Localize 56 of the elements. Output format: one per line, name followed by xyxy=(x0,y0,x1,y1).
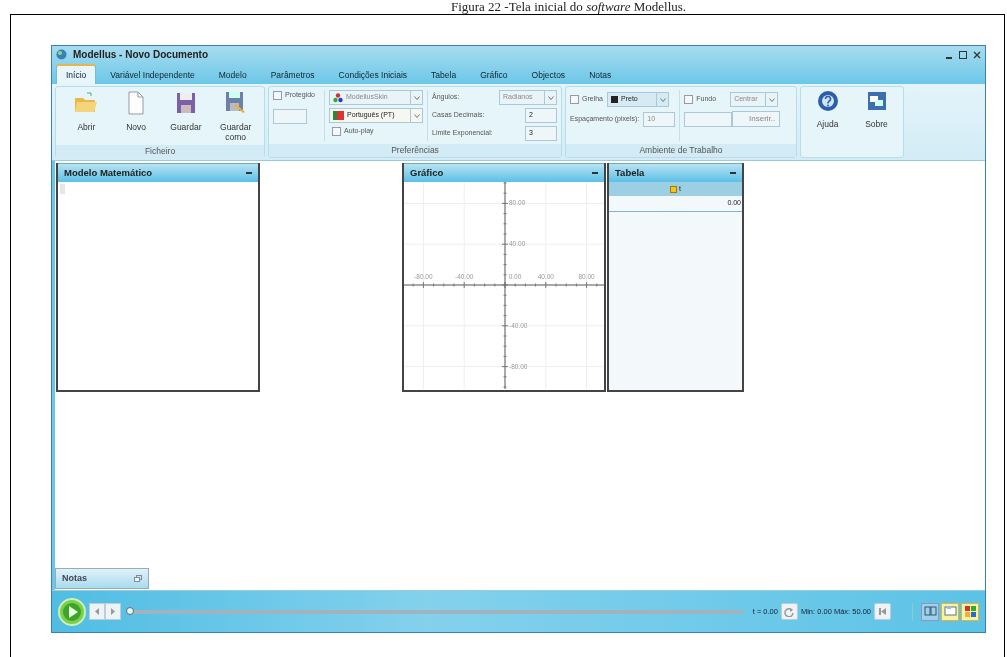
editor-marker xyxy=(60,184,65,194)
folder-icon xyxy=(73,90,100,115)
variable-icon xyxy=(670,185,677,193)
panel-title: Tabela xyxy=(615,165,645,180)
group-label: Ambiente de Trabalho xyxy=(566,144,796,157)
view-button[interactable] xyxy=(961,602,979,621)
ribbon-tab[interactable]: Gráfico xyxy=(470,65,518,84)
restore-icon[interactable] xyxy=(134,575,142,582)
caret-icon xyxy=(413,113,420,118)
ribbon-tab[interactable]: Início xyxy=(56,64,97,84)
maximize-icon[interactable] xyxy=(959,50,967,59)
layout-icon xyxy=(963,605,977,618)
refresh-icon xyxy=(784,606,795,617)
ribbon-tab[interactable]: Condições Iniciais xyxy=(328,65,418,84)
notes-tab[interactable]: Notas xyxy=(55,568,149,589)
ribbon-tab[interactable]: Variável Independente xyxy=(100,65,205,84)
figure-caption: Figura 22 -Tela inicial do software Modellus. xyxy=(449,0,688,14)
group-label: Preferências xyxy=(269,144,561,157)
ribbon-tab[interactable]: Parâmetros xyxy=(260,65,325,84)
input-field[interactable] xyxy=(273,108,307,124)
step-forward-button[interactable] xyxy=(105,603,121,620)
toolbar-button[interactable]: Guardar xyxy=(161,90,211,143)
help-icon xyxy=(816,90,839,112)
panel-title: Modelo Matemático xyxy=(64,165,153,180)
panel-title: Gráfico xyxy=(410,165,444,180)
view-button[interactable] xyxy=(941,602,959,621)
ribbon-tab[interactable]: Modelo xyxy=(208,65,257,84)
view-button[interactable] xyxy=(921,602,939,621)
window-title: Modellus - Novo Documento xyxy=(73,48,208,62)
close-icon[interactable] xyxy=(973,50,981,59)
color-dots-icon xyxy=(333,92,343,103)
skip-end-icon xyxy=(878,607,887,616)
layout-icon xyxy=(943,605,957,618)
layout-icon xyxy=(923,605,937,618)
play-button[interactable] xyxy=(58,597,86,626)
caret-icon xyxy=(547,95,554,100)
caret-icon xyxy=(413,95,420,100)
toolbar-button[interactable]: Novo xyxy=(111,90,161,143)
toolbar-button[interactable]: Abrir xyxy=(62,90,111,143)
reset-button[interactable] xyxy=(780,603,798,620)
caret-icon xyxy=(659,97,666,102)
caret-icon xyxy=(768,97,775,102)
toolbar-button[interactable]: Ajuda xyxy=(805,90,850,154)
ribbon-tab[interactable]: Tabela xyxy=(421,65,467,84)
toolbar-button[interactable]: Sobre xyxy=(854,90,899,154)
ribbon-tab[interactable]: Objectos xyxy=(521,65,576,84)
ribbon-tab[interactable]: Notas xyxy=(579,65,622,84)
app-icon xyxy=(56,49,67,60)
toolbar-button[interactable]: Guardar como xyxy=(211,90,260,143)
slider-thumb[interactable] xyxy=(126,606,134,615)
flag-icon xyxy=(333,111,344,120)
window-icon xyxy=(865,90,888,112)
group-label: Ficheiro xyxy=(56,145,264,159)
input-field[interactable] xyxy=(684,111,733,127)
end-button[interactable] xyxy=(874,603,891,620)
step-back-button[interactable] xyxy=(89,603,105,620)
